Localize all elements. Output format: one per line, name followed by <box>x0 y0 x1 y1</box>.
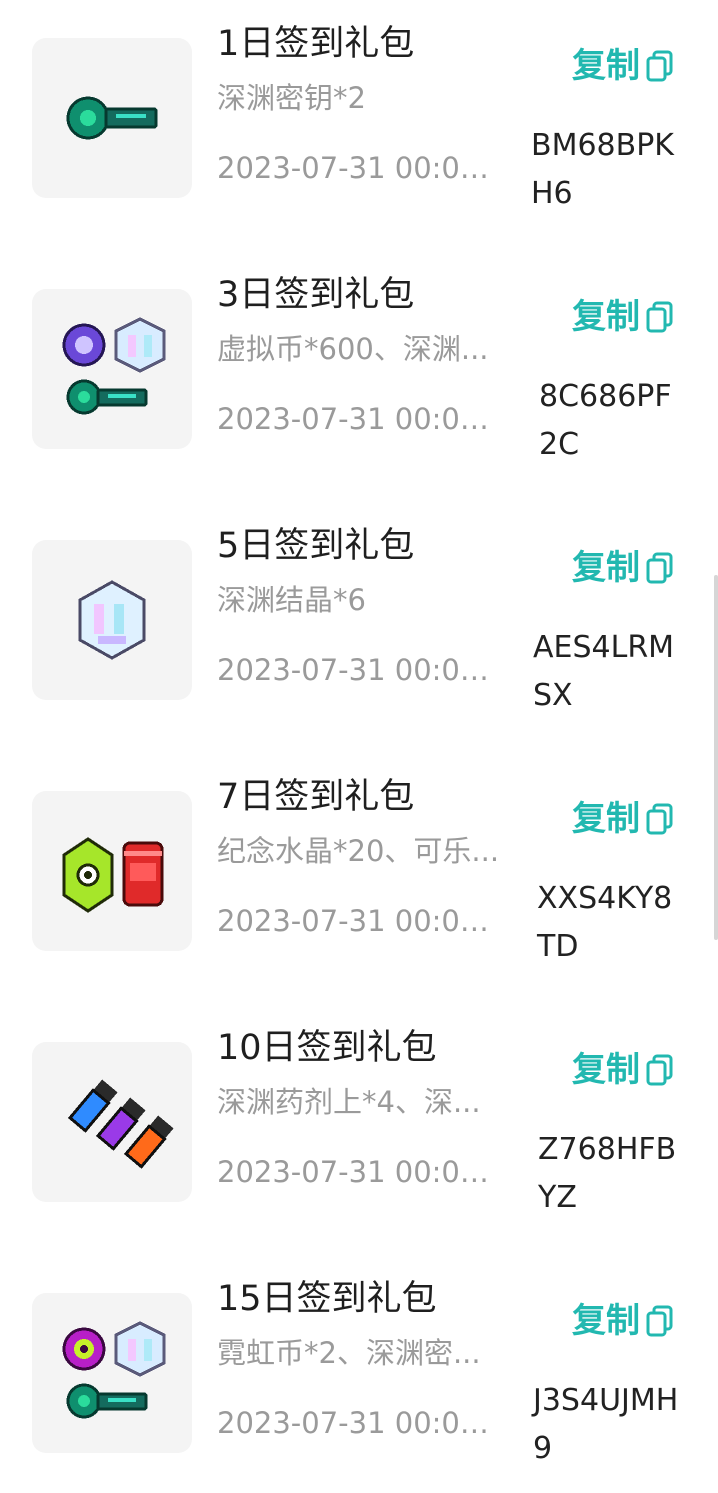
copy-button[interactable]: 复制 <box>572 44 674 88</box>
copy-label: 复制 <box>572 1301 640 1341</box>
gift-description: 深渊密钥*2 <box>217 81 366 115</box>
potion-icon <box>67 1079 174 1169</box>
gift-date: 2023-07-31 00:00 ... <box>217 1406 499 1440</box>
copy-icon <box>646 1054 673 1086</box>
gift-date: 2023-07-31 00:00 ... <box>217 653 499 687</box>
copy-icon <box>646 50 673 82</box>
coin-icon <box>62 317 166 415</box>
copy-button[interactable]: 复制 <box>572 797 674 841</box>
gift-title: 3日签到礼包 <box>217 275 415 315</box>
gift-code: XXS4KY8TD <box>537 881 673 964</box>
gift-title: 10日签到礼包 <box>217 1028 437 1068</box>
gift-thumbnail <box>32 289 192 449</box>
gift-code: J3S4UJMH9 <box>533 1383 679 1466</box>
gift-description: 深渊药剂上*4、深... <box>217 1085 481 1119</box>
gift-row: 7日签到礼包 纪念水晶*20、可乐... 2023-07-31 00:00 ..… <box>0 777 718 991</box>
gift-title: 5日签到礼包 <box>217 526 415 566</box>
copy-label: 复制 <box>572 46 640 86</box>
gift-row: 1日签到礼包 深渊密钥*2 2023-07-31 00:00 ... 复制 BM… <box>0 24 718 238</box>
copy-button[interactable]: 复制 <box>572 546 674 590</box>
crystal-icon <box>78 580 146 660</box>
gift-description: 虚拟币*600、深渊... <box>217 332 489 366</box>
gift-code: BM68BPKH6 <box>531 128 674 211</box>
gift-code: Z768HFBYZ <box>538 1132 677 1215</box>
copy-icon <box>646 301 673 333</box>
gift-description: 深渊结晶*6 <box>217 583 366 617</box>
gift-thumbnail <box>32 540 192 700</box>
gift-date: 2023-07-31 00:00 ... <box>217 151 499 185</box>
copy-label: 复制 <box>572 1050 640 1090</box>
gift-row: 10日签到礼包 深渊药剂上*4、深... 2023-07-31 00:00 ..… <box>0 1028 718 1242</box>
gift-description: 纪念水晶*20、可乐... <box>217 834 500 868</box>
copy-icon <box>646 1305 673 1337</box>
gift-thumbnail <box>32 791 192 951</box>
gift-code: AES4LRMSX <box>533 630 675 713</box>
gem-icon <box>62 837 164 913</box>
gift-title: 7日签到礼包 <box>217 777 415 817</box>
copy-button[interactable]: 复制 <box>572 295 674 339</box>
gift-thumbnail <box>32 38 192 198</box>
copy-icon <box>646 552 673 584</box>
gift-title: 1日签到礼包 <box>217 24 415 64</box>
gift-row: 5日签到礼包 深渊结晶*6 2023-07-31 00:00 ... 复制 AE… <box>0 526 718 740</box>
gift-date: 2023-07-31 00:00 ... <box>217 904 499 938</box>
copy-label: 复制 <box>572 799 640 839</box>
gift-code: 8C686PF2C <box>539 379 672 462</box>
neon-coin-icon <box>62 1321 166 1419</box>
copy-icon <box>646 803 673 835</box>
copy-label: 复制 <box>572 297 640 337</box>
copy-button[interactable]: 复制 <box>572 1299 674 1343</box>
key-icon <box>66 96 158 140</box>
copy-button[interactable]: 复制 <box>572 1048 674 1092</box>
gift-date: 2023-07-31 00:00 ... <box>217 402 499 436</box>
gift-thumbnail <box>32 1293 192 1453</box>
copy-label: 复制 <box>572 548 640 588</box>
gift-row: 3日签到礼包 虚拟币*600、深渊... 2023-07-31 00:00 ..… <box>0 275 718 489</box>
gift-row: 15日签到礼包 霓虹币*2、深渊密... 2023-07-31 00:00 ..… <box>0 1279 718 1493</box>
gift-description: 霓虹币*2、深渊密... <box>217 1336 481 1370</box>
scrollbar[interactable] <box>714 575 718 940</box>
gift-date: 2023-07-31 00:00 ... <box>217 1155 499 1189</box>
gift-title: 15日签到礼包 <box>217 1279 437 1319</box>
gift-thumbnail <box>32 1042 192 1202</box>
